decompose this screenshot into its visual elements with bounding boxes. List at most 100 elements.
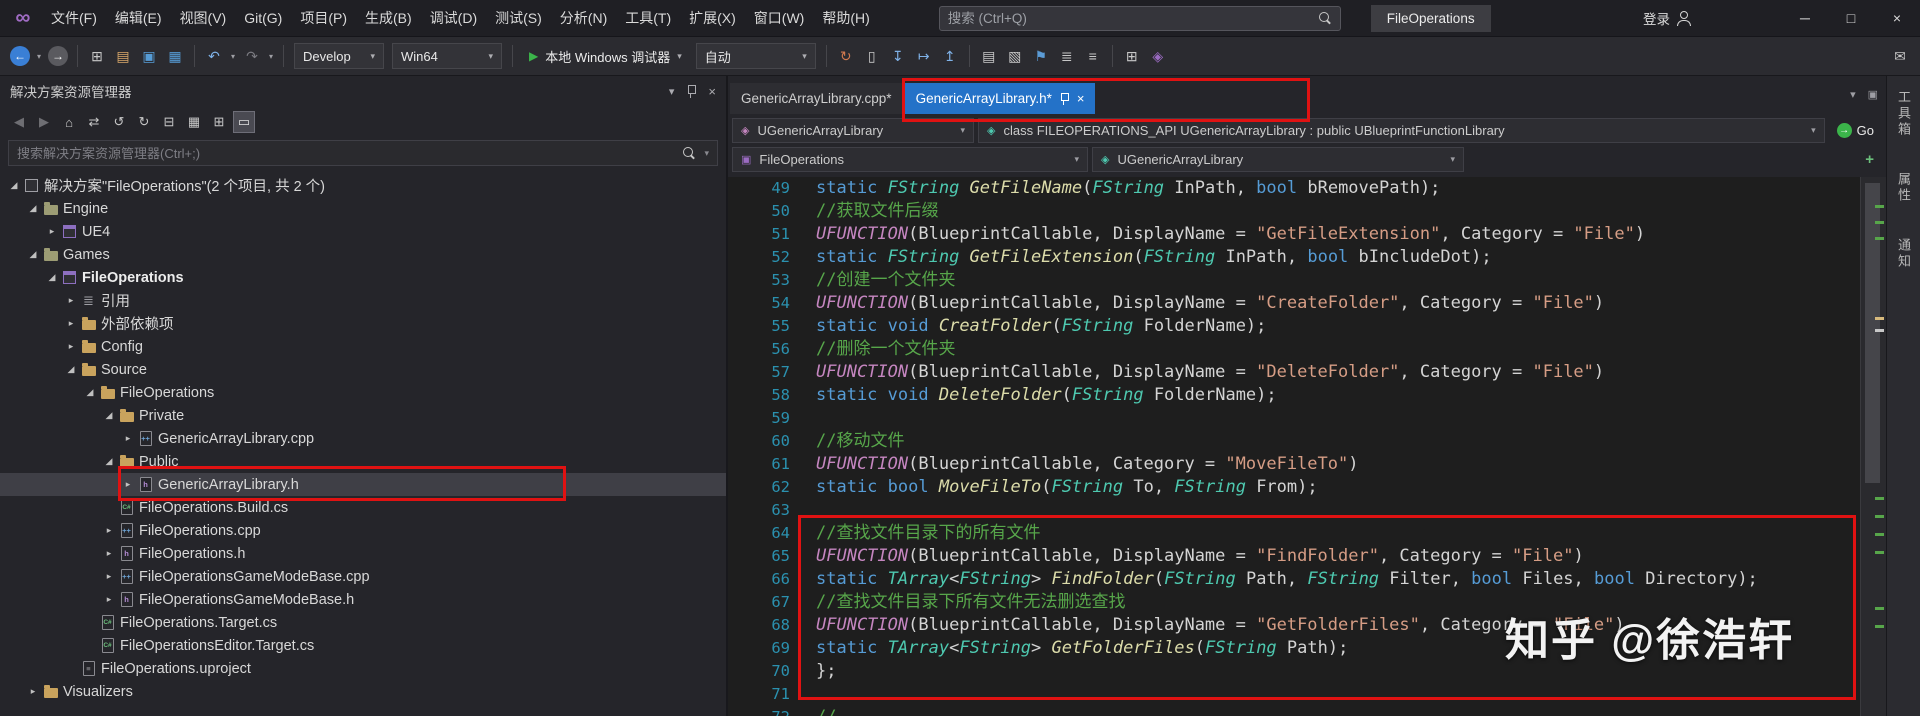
expanded-arrow-icon[interactable]: ◢ [6,180,22,191]
docked-tool-tab[interactable]: 工具箱 [1894,90,1913,138]
maximize-button[interactable]: □ [1828,0,1874,36]
breakpoint-gutter[interactable] [728,430,746,453]
project-dropdown[interactable]: ▣ FileOperations ▾ [732,146,1088,172]
editor-scrollbar[interactable] [1860,177,1886,716]
redo-icon[interactable]: ↷ [240,44,264,68]
code-line[interactable]: 63 [728,499,1860,522]
solution-platform-combo[interactable]: Win64 ▾ [392,43,502,69]
declaration-dropdown[interactable]: ◈ class FILEOPERATIONS_API UGenericArray… [978,117,1825,143]
menu-item[interactable]: 编辑(E) [106,3,171,33]
undo-icon[interactable]: ↶ [202,44,226,68]
navigate-back-icon[interactable]: ← [10,46,30,66]
breakpoint-gutter[interactable] [728,614,746,637]
new-item-icon[interactable]: + [1865,151,1882,168]
collapsed-arrow-icon[interactable]: ▸ [63,295,79,306]
breakpoint-gutter[interactable] [728,683,746,706]
code-line[interactable]: 59 [728,407,1860,430]
code-line[interactable]: 62 static bool MoveFileTo(FString To, FSt… [728,476,1860,499]
docked-tool-tab[interactable]: 通知 [1894,238,1913,270]
code-text-view[interactable]: 49 static FString GetFileName(FString InP… [728,177,1860,716]
code-line[interactable]: 57 UFUNCTION (BlueprintCallable, DisplayNa… [728,361,1860,384]
auto-hide-pin-icon[interactable] [686,84,697,98]
breakpoint-gutter[interactable] [728,223,746,246]
extension-icon[interactable]: ◈ [1146,44,1170,68]
tree-item[interactable]: ◢ 解决方案"FileOperations"(2 个项目, 共 2 个) [0,174,726,197]
active-solution-label[interactable]: FileOperations [1370,4,1491,32]
command-window-icon[interactable]: ▧ [1003,44,1027,68]
breakpoint-gutter[interactable] [728,545,746,568]
document-tab[interactable]: GenericArrayLibrary.cpp* [730,83,903,114]
breakpoint-gutter[interactable] [728,706,746,716]
menu-item[interactable]: 项目(P) [291,3,356,33]
step-into-icon[interactable]: ↧ [886,44,910,68]
collapsed-arrow-icon[interactable]: ▸ [120,433,136,444]
tree-item[interactable]: ◢ Games [0,243,726,266]
save-all-icon[interactable]: ▦ [163,44,187,68]
solution-explorer-search-box[interactable]: ▾ [8,140,718,166]
breakpoint-gutter[interactable] [728,476,746,499]
tree-item[interactable]: C# FileOperationsEditor.Target.cs [0,634,726,657]
undo-caret-icon[interactable]: ▾ [228,44,238,68]
sign-in-button[interactable]: 登录 [1643,8,1692,28]
code-line[interactable]: 66 static TArray < FString > FindFolder(FStr… [728,568,1860,591]
code-line[interactable]: 64 //查找文件目录下的所有文件 [728,522,1860,545]
expanded-arrow-icon[interactable]: ◢ [25,249,41,260]
code-editor[interactable]: 49 static FString GetFileName(FString InP… [728,177,1886,716]
collapsed-arrow-icon[interactable]: ▸ [44,226,60,237]
start-debugging-button[interactable]: ▶ 本地 Windows 调试器 ▾ [520,43,691,69]
tree-item[interactable]: ◢ FileOperations [0,266,726,289]
solution-configuration-combo[interactable]: Develop ▾ [294,43,384,69]
code-line[interactable]: 58 static void DeleteFolder(FString Folde… [728,384,1860,407]
pin-icon[interactable] [1060,92,1069,105]
tree-item[interactable]: ◢ Engine [0,197,726,220]
code-line[interactable]: 53 //创建一个文件夹 [728,269,1860,292]
code-line[interactable]: 71 [728,683,1860,706]
breakpoint-gutter[interactable] [728,177,746,200]
active-files-dropdown-icon[interactable]: ▾ [1850,88,1856,101]
float-window-icon[interactable]: ▣ [1868,88,1878,101]
collapsed-arrow-icon[interactable]: ▸ [63,318,79,329]
code-line[interactable]: 68 UFUNCTION (BlueprintCallable, DisplayNa… [728,614,1860,637]
code-line[interactable]: 69 static TArray < FString > GetFolderFiles(… [728,637,1860,660]
breakpoint-gutter[interactable] [728,338,746,361]
window-position-icon[interactable]: ▾ [669,85,675,98]
breakpoint-gutter[interactable] [728,292,746,315]
tree-item[interactable]: ▸ ++ FileOperations.cpp [0,519,726,542]
code-line[interactable]: 49 static FString GetFileName(FString InP… [728,177,1860,200]
menu-item[interactable]: Git(G) [235,5,291,31]
docked-tool-tab[interactable]: 属性 [1894,172,1913,204]
bookmark-icon[interactable]: ⚑ [1029,44,1053,68]
breakpoint-gutter[interactable] [728,384,746,407]
tree-item[interactable]: ◢ Source [0,358,726,381]
code-line[interactable]: 72 // [728,706,1860,716]
collapsed-arrow-icon[interactable]: ▸ [101,594,117,605]
menu-item[interactable]: 视图(V) [171,3,236,33]
breakpoint-gutter[interactable] [728,269,746,292]
code-line[interactable]: 60 //移动文件 [728,430,1860,453]
code-line[interactable]: 70}; [728,660,1860,683]
code-line[interactable]: 65 UFUNCTION (BlueprintCallable, DisplayNa… [728,545,1860,568]
tree-item[interactable]: ▸ UE4 [0,220,726,243]
code-line[interactable]: 67 //查找文件目录下所有文件无法删选查找 [728,591,1860,614]
tree-item[interactable]: C# FileOperations.Target.cs [0,611,726,634]
expanded-arrow-icon[interactable]: ◢ [44,272,60,283]
breakpoint-gutter[interactable] [728,522,746,545]
expanded-arrow-icon[interactable]: ◢ [101,410,117,421]
expanded-arrow-icon[interactable]: ◢ [82,387,98,398]
solution-platforms-icon[interactable]: ⊞ [1120,44,1144,68]
collapsed-arrow-icon[interactable]: ▸ [101,548,117,559]
scrollbar-thumb[interactable] [1865,183,1880,483]
collapsed-arrow-icon[interactable]: ▸ [63,341,79,352]
navigate-forward-icon[interactable]: → [48,46,68,66]
code-line[interactable]: 54 UFUNCTION (BlueprintCallable, DisplayNa… [728,292,1860,315]
comment-selection-icon[interactable]: ≣ [1055,44,1079,68]
tree-item[interactable]: ▸ h FileOperationsGameModeBase.h [0,588,726,611]
hot-reload-icon[interactable]: ↻ [834,44,858,68]
breakpoint-gutter[interactable] [728,246,746,269]
quick-search-input[interactable] [947,10,1319,26]
back-history-caret-icon[interactable]: ▾ [34,44,44,68]
code-line[interactable]: 56 //删除一个文件夹 [728,338,1860,361]
menu-item[interactable]: 分析(N) [551,3,616,33]
tree-item[interactable]: ▸ h FileOperations.h [0,542,726,565]
expanded-arrow-icon[interactable]: ◢ [101,456,117,467]
